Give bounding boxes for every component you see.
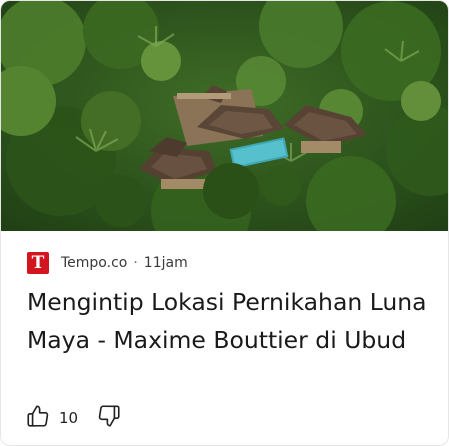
article-image[interactable] xyxy=(1,1,448,231)
article-headline[interactable]: Mengintip Lokasi Pernikahan Luna Maya - … xyxy=(27,283,437,359)
thumbs-down-icon xyxy=(96,403,122,433)
article-meta: T Tempo.co · 11jam xyxy=(27,251,188,275)
thumbs-up-icon xyxy=(25,403,51,433)
reaction-bar: 10 xyxy=(25,404,122,432)
news-card[interactable]: T Tempo.co · 11jam Mengintip Lokasi Pern… xyxy=(0,0,449,446)
like-count: 10 xyxy=(59,409,79,427)
source-name[interactable]: Tempo.co xyxy=(61,255,127,271)
source-logo-letter: T xyxy=(31,253,45,273)
timestamp: 11jam xyxy=(143,255,188,271)
dislike-button[interactable] xyxy=(96,403,122,433)
meta-separator: · xyxy=(133,255,138,271)
like-button[interactable]: 10 xyxy=(25,403,96,433)
source-logo[interactable]: T xyxy=(27,252,49,274)
